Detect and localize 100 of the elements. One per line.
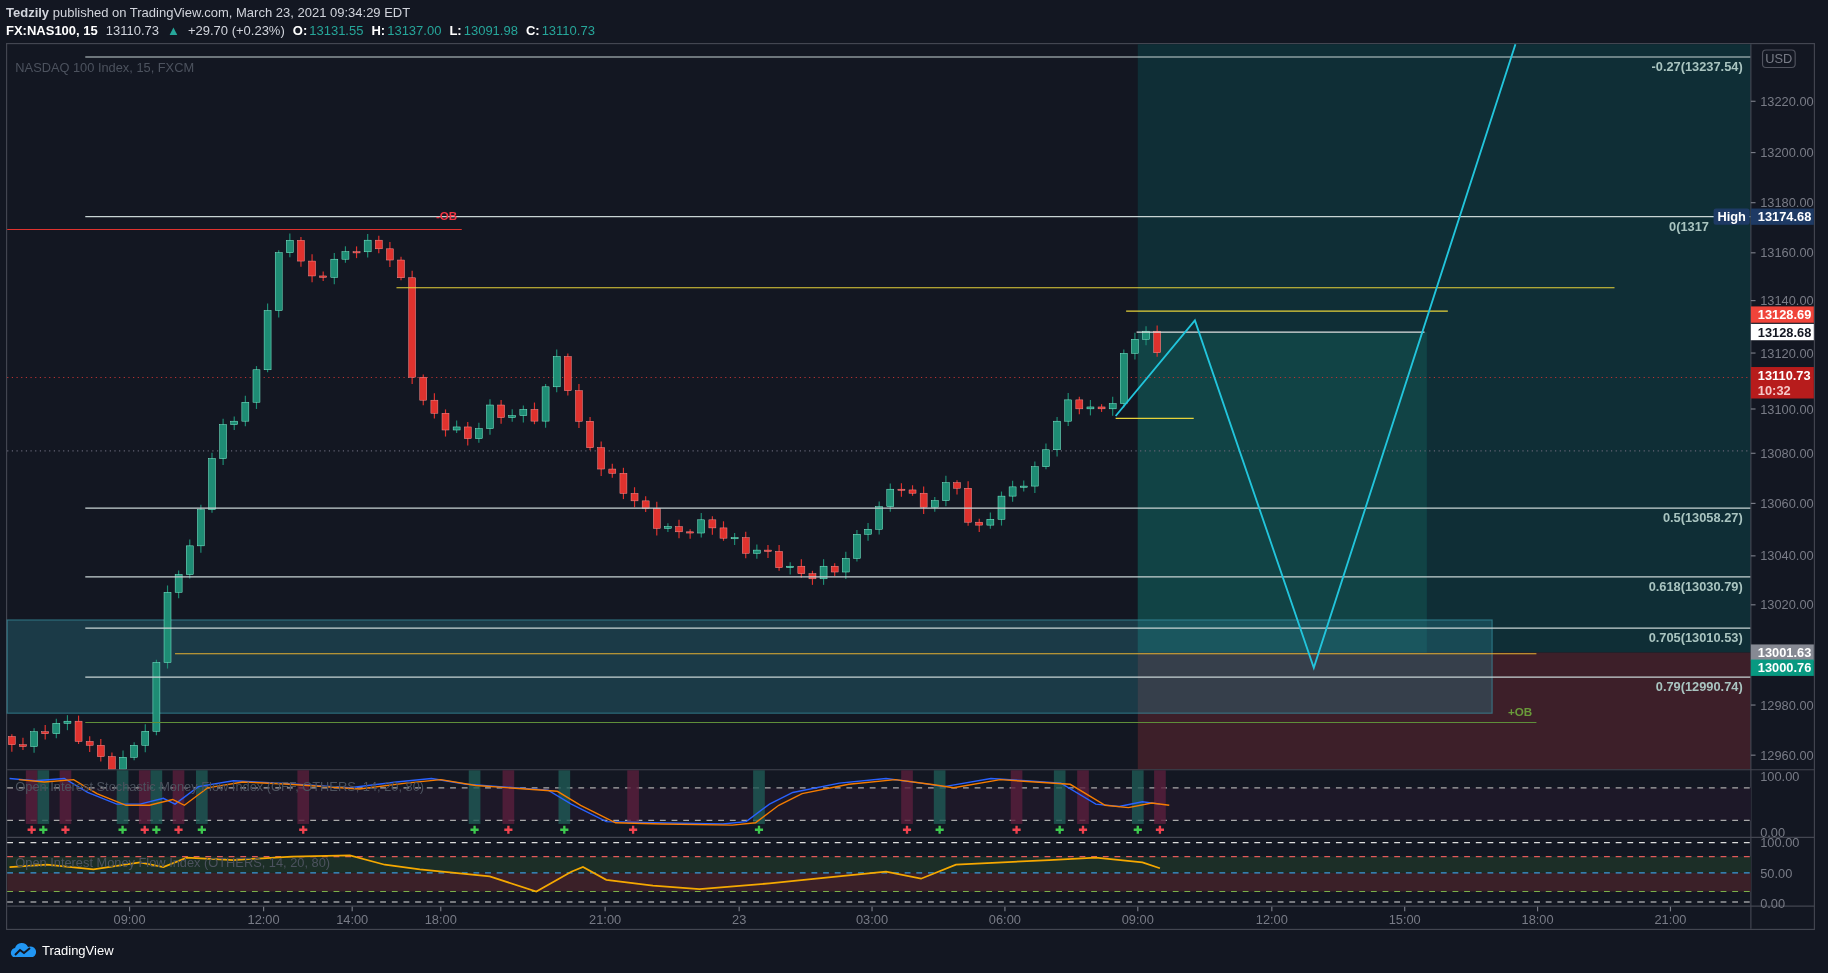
candle xyxy=(1053,416,1061,458)
candle xyxy=(252,365,261,410)
candle xyxy=(575,383,583,429)
candle xyxy=(497,399,505,425)
candle xyxy=(886,482,895,513)
candle xyxy=(174,569,183,599)
candle xyxy=(919,486,928,515)
price-tick-label: 13100.00 xyxy=(1760,401,1814,417)
candle xyxy=(552,349,561,393)
candle xyxy=(141,723,149,753)
time-tick-label: 12:00 xyxy=(1255,912,1288,928)
chart-legend: NASDAQ 100 Index, 15, FXCM xyxy=(15,60,195,76)
candle xyxy=(430,392,439,420)
time-tick-label: 06:00 xyxy=(988,912,1021,928)
price-tick-label: 12980.00 xyxy=(1760,697,1814,713)
candle xyxy=(297,236,305,268)
indicator-tick-label: 50.00 xyxy=(1760,865,1793,881)
candle xyxy=(742,531,750,559)
candle xyxy=(130,741,138,761)
candle xyxy=(1108,396,1117,417)
fib-level-label: 0.5(13058.27) xyxy=(1662,510,1743,526)
candle xyxy=(208,452,216,514)
candle xyxy=(1086,399,1095,416)
candle xyxy=(464,421,472,447)
fib-level-label: 0.79(12990.74) xyxy=(1655,679,1743,695)
candle xyxy=(319,270,327,282)
candle xyxy=(375,235,383,254)
candle xyxy=(1131,332,1139,360)
price-tag: 13128.69 xyxy=(1750,306,1814,323)
candle xyxy=(630,486,639,508)
candle xyxy=(386,241,394,268)
candle xyxy=(263,303,272,373)
candle xyxy=(1042,442,1050,470)
candle xyxy=(719,520,728,542)
price-tick-label: 13040.00 xyxy=(1760,548,1814,564)
candle xyxy=(619,467,628,500)
candle xyxy=(953,479,961,496)
candle xyxy=(341,245,350,264)
fib-level-label: 0.705(13010.53) xyxy=(1648,630,1743,646)
time-tick-label: 14:00 xyxy=(336,912,369,928)
candle xyxy=(730,532,739,546)
candle xyxy=(219,418,227,466)
candle xyxy=(764,544,772,559)
direction-arrow: ▲ xyxy=(167,23,180,38)
candle xyxy=(675,519,683,539)
candle xyxy=(1064,392,1072,427)
time-tick-label: 09:00 xyxy=(1121,912,1154,928)
fib-level-label: 0(1317 xyxy=(1669,218,1709,234)
indicator-tick-label: 0.00 xyxy=(1760,895,1786,911)
candle xyxy=(808,570,817,586)
candle xyxy=(830,562,839,577)
candle xyxy=(52,718,61,739)
time-tick-label: 12:00 xyxy=(247,912,280,928)
candle xyxy=(119,749,127,770)
candle xyxy=(186,538,194,580)
ohlc-value: 13110.73 xyxy=(541,23,595,38)
candle xyxy=(85,735,94,753)
candle xyxy=(1142,325,1150,346)
time-tick-label: 23 xyxy=(732,912,747,928)
candle xyxy=(908,484,917,497)
candle xyxy=(475,422,483,444)
candle xyxy=(753,543,761,560)
candle xyxy=(308,253,316,283)
candle xyxy=(19,737,27,751)
time-tick-label: 21:00 xyxy=(1654,912,1687,928)
candle xyxy=(786,561,794,576)
candle xyxy=(686,528,694,540)
price-tick-label: 13060.00 xyxy=(1760,496,1814,512)
candle xyxy=(931,496,939,513)
candle xyxy=(875,501,883,536)
candle xyxy=(564,352,572,397)
candle xyxy=(664,522,672,533)
candle xyxy=(641,495,650,513)
candle xyxy=(397,256,405,281)
candle xyxy=(897,482,906,498)
candle xyxy=(486,398,494,436)
candle xyxy=(41,724,49,740)
ohlc-value: 13091.98 xyxy=(463,23,518,38)
price-change: +29.70 (+0.23%) xyxy=(187,23,285,38)
candle xyxy=(653,501,661,536)
candle xyxy=(197,504,205,554)
ohlc-label: H: xyxy=(371,23,386,38)
candle xyxy=(864,522,872,542)
candle xyxy=(241,395,250,427)
price-tag: 13110.73 10:32 xyxy=(1750,367,1814,399)
candle xyxy=(275,249,283,318)
candle xyxy=(230,415,238,431)
price-tag: 13128.68 xyxy=(1750,323,1814,341)
candle xyxy=(330,252,339,285)
ohlc-label: C: xyxy=(525,23,540,38)
price-tick-label: 13160.00 xyxy=(1760,245,1814,261)
fib-level-label: 0.618(13030.79) xyxy=(1648,578,1743,594)
publisher-line: Tedzily published on TradingView.com, March 23, 2021 09:34:29 EDT xyxy=(6,5,411,20)
ohlc-value: 13131.55 xyxy=(309,23,364,38)
time-tick-label: 03:00 xyxy=(856,912,889,928)
candle xyxy=(541,383,550,429)
candle xyxy=(452,419,461,434)
price-tag: 13174.68 xyxy=(1750,208,1814,225)
time-tick-label: 15:00 xyxy=(1388,912,1421,928)
cloud-logo-icon xyxy=(10,942,36,958)
